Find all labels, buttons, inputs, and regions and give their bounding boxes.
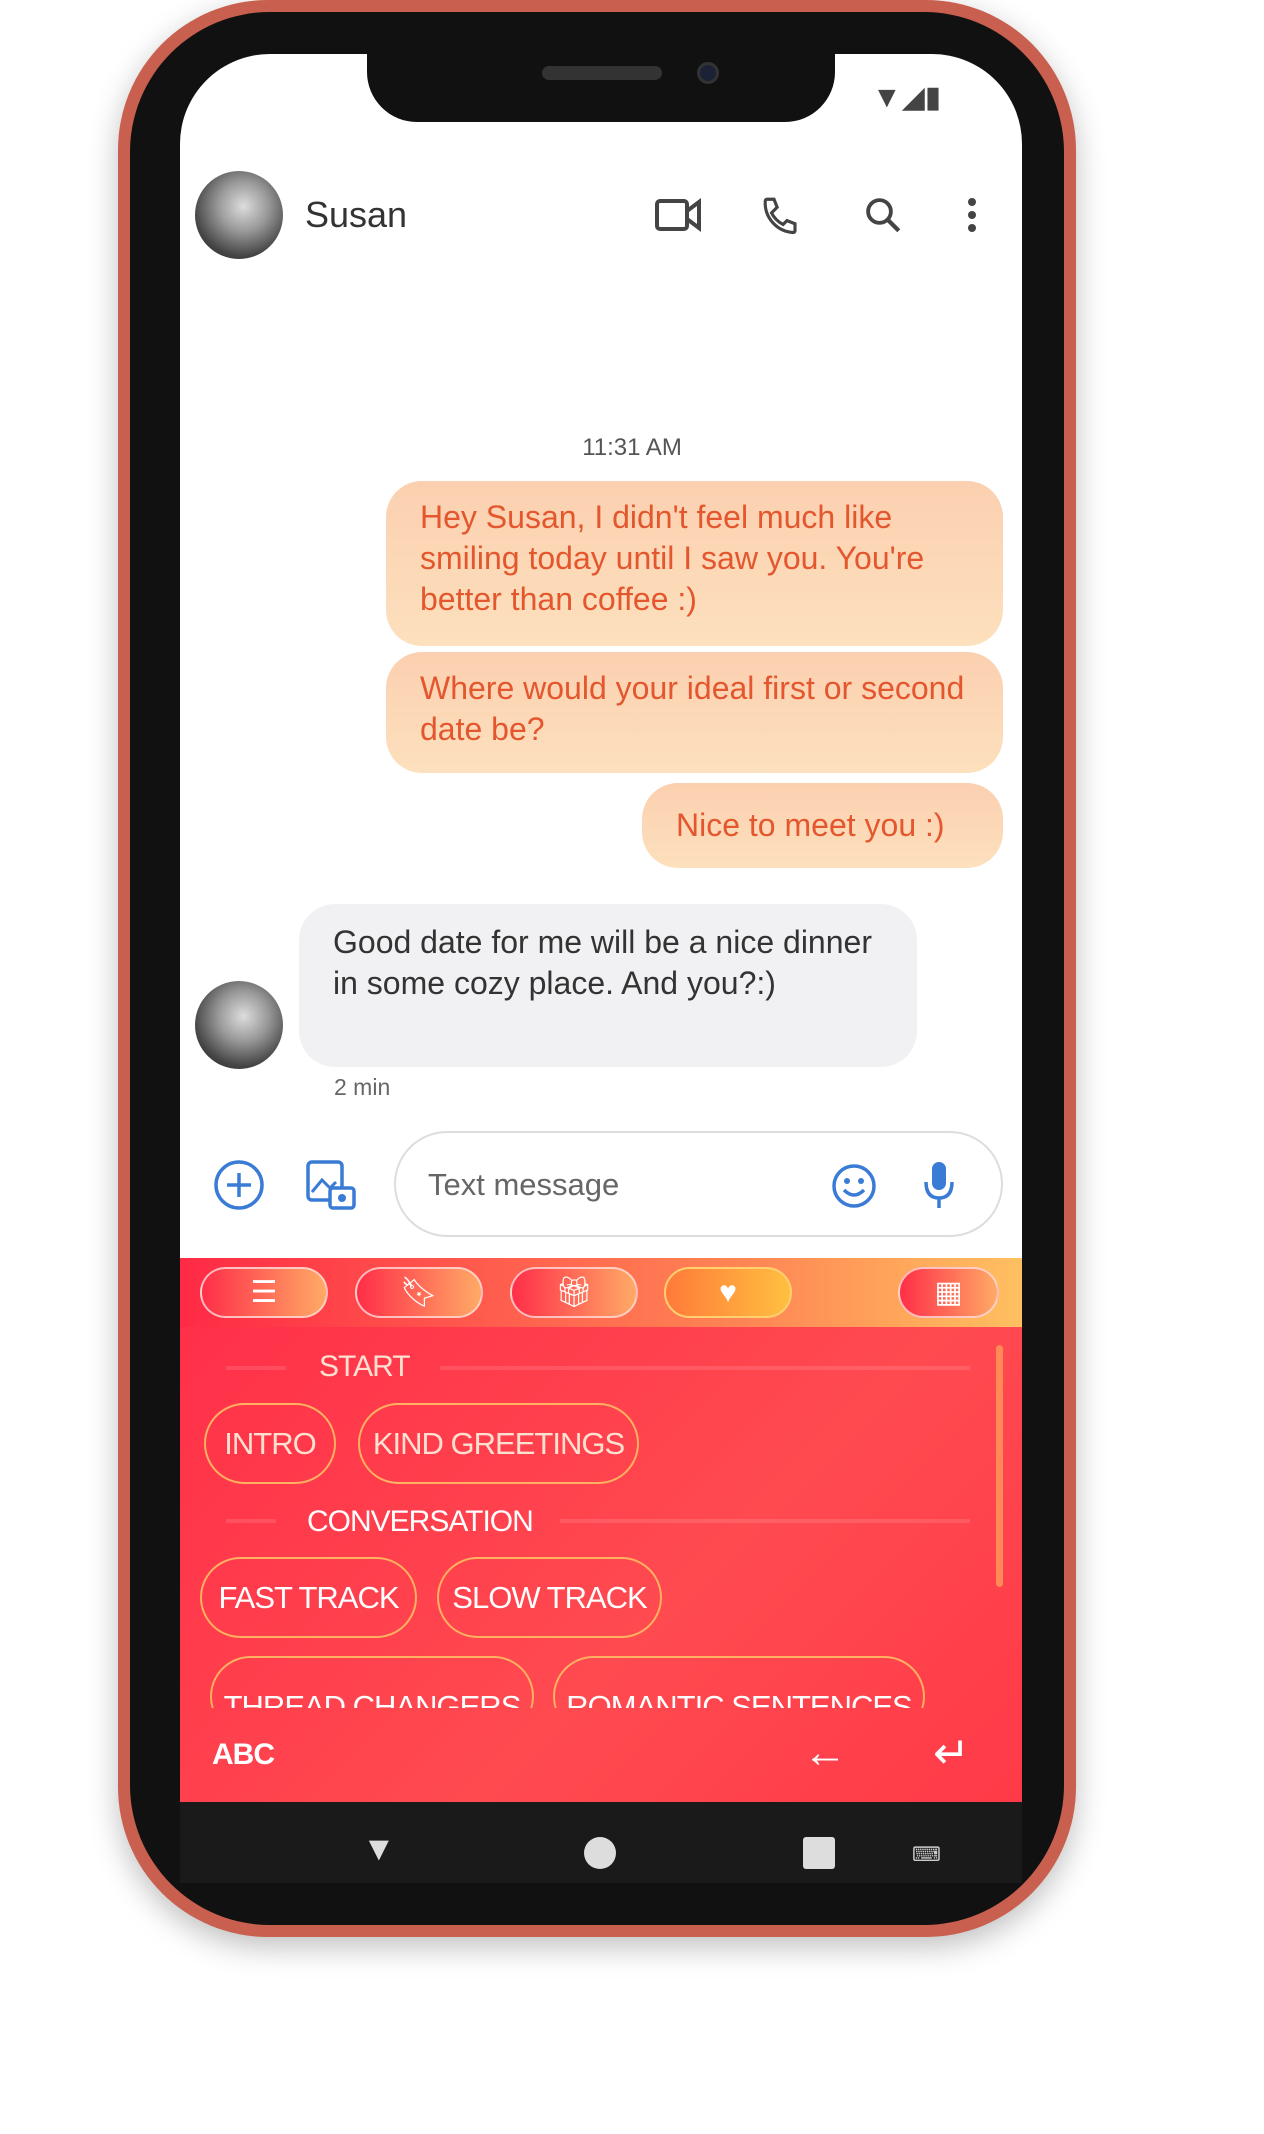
video-call-icon[interactable] [655,196,701,234]
backspace-icon[interactable]: ← [803,1728,847,1778]
avatar[interactable] [195,981,283,1069]
input-placeholder: Text message [428,1167,620,1202]
add-icon[interactable] [213,1159,265,1211]
timestamp: 11:31 AM [582,434,682,461]
phone-icon[interactable] [760,194,802,236]
divider [560,1519,970,1523]
battery-icon: ▮ [924,81,942,114]
chip-thread-changers[interactable]: THREAD CHANGERS [210,1656,534,1708]
received-message[interactable]: Good date for me will be a nice dinner i… [299,904,917,1067]
enter-icon[interactable]: ↵ [933,1728,970,1779]
keyboard-icon[interactable]: ⌨ [912,1842,941,1867]
chip-romantic-sentences[interactable]: ROMANTIC SENTENCES [553,1656,925,1708]
divider [226,1366,286,1370]
divider [440,1366,970,1370]
chip-fast-track[interactable]: FAST TRACK [200,1557,417,1638]
sent-message[interactable]: Nice to meet you :) [642,783,1003,868]
search-icon[interactable] [862,194,904,236]
store-icon[interactable]: ▦ [898,1267,999,1318]
recents-icon[interactable] [803,1837,835,1869]
chip-kind-greetings[interactable]: KIND GREETINGS [358,1403,639,1484]
scrollbar[interactable] [996,1345,1003,1587]
list-quotes-icon[interactable]: ☰ [200,1267,328,1318]
microphone-icon[interactable] [922,1160,956,1210]
chip-slow-track[interactable]: SLOW TRACK [437,1557,662,1638]
back-icon[interactable]: ▼ [362,1830,396,1869]
sent-message[interactable]: Where would your ideal first or second d… [386,652,1003,773]
wifi-icon: ▼ [872,81,902,114]
status-icons: ▼◢▮ [872,80,941,115]
signal-icon: ◢ [901,81,925,114]
gallery-camera-icon[interactable] [304,1158,358,1212]
section-title: START [319,1350,411,1383]
contact-name: Susan [305,194,408,235]
camera [697,62,719,84]
emoji-icon[interactable] [831,1163,877,1209]
section-title: CONVERSATION [307,1505,534,1538]
notch [367,50,835,122]
chip-intro[interactable]: INTRO [204,1403,336,1484]
sent-message[interactable]: Hey Susan, I didn't feel much like smili… [386,481,1003,646]
speaker [542,66,662,80]
chip-row-clipped: THREAD CHANGERS ROMANTIC SENTENCES [180,1652,980,1708]
more-vert-icon[interactable] [962,194,982,236]
bookmark-icon[interactable]: 🔖︎ [355,1267,483,1318]
abc-button[interactable]: ABC [212,1738,275,1772]
message-time: 2 min [334,1074,391,1100]
text-message-input[interactable]: Text message [394,1131,1003,1237]
avatar[interactable] [195,171,283,259]
gift-icon[interactable]: 🎁︎ [510,1267,638,1318]
heart-icon[interactable]: ♥ [664,1267,792,1318]
home-icon[interactable] [584,1837,616,1869]
divider [226,1519,276,1523]
